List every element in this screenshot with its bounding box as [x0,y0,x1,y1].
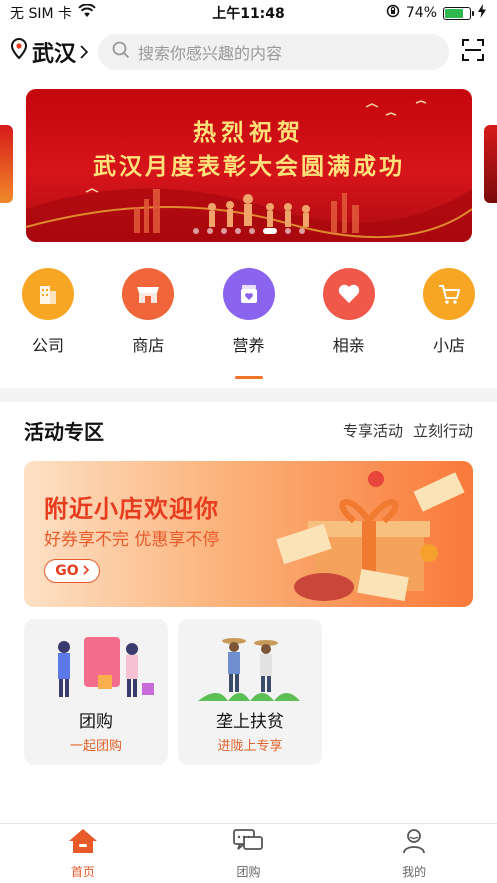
activity-title: 活动专区 [24,420,104,444]
activity-header: 活动专区 专享活动 立刻行动 [24,416,473,445]
banner-next-peek [484,125,497,203]
main-content[interactable]: 热烈祝贺 武汉月度表彰大会圆满成功 公司 商店 营养 相亲 小店 活动专区 专享… [0,78,497,823]
card-title: 垄上扶贫 [216,712,284,732]
status-right: 74% [386,4,487,22]
category-shop[interactable]: 小店 [423,268,475,388]
activity-cards: 团购 一起团购 垄上扶贫 进陇上专享 [24,619,473,765]
farmers-illustration [198,638,300,701]
search-icon [112,41,130,63]
battery-icon [443,6,474,20]
carrier-text: 无 SIM 卡 [10,6,72,22]
banner-prev-peek [0,125,13,203]
category-label: 营养 [232,336,265,355]
battery-percent: 74% [405,5,437,21]
act-now-link[interactable]: 立刻行动 [413,420,473,441]
banner-carousel[interactable]: 热烈祝贺 武汉月度表彰大会圆满成功 [0,78,497,248]
banner-title-line1: 热烈祝贺 [193,120,305,146]
promo-title: 附近小店欢迎你 [44,495,219,523]
carousel-dots [26,228,472,234]
search-input[interactable]: 搜索你感兴趣的内容 [98,34,449,70]
category-row: 公司 商店 营养 相亲 小店 [0,248,497,388]
chevron-right-icon [80,40,89,65]
category-dating[interactable]: 相亲 [322,268,375,388]
carousel-dot[interactable] [285,228,291,234]
top-bar: 武汉 搜索你感兴趣的内容 [0,26,497,78]
next-section-peek [12,791,485,823]
category-label: 公司 [31,336,64,355]
charging-icon [477,4,487,22]
home-icon [67,827,99,859]
tab-home[interactable]: 首页 [38,827,128,880]
category-label: 商店 [132,336,165,355]
status-bar: 无 SIM 卡 上午11:48 74% [0,0,497,26]
carousel-dot[interactable] [207,228,213,234]
tab-label: 首页 [70,865,95,879]
divider [0,388,497,402]
city-name: 武汉 [32,42,77,67]
card-subtitle: 进陇上专享 [217,739,283,754]
category-page-indicator [235,376,263,379]
category-store[interactable]: 商店 [122,268,175,388]
promo-subtitle: 好券享不完 优惠享不停 [44,530,220,550]
cart-icon [423,268,475,320]
group-buy-card[interactable]: 团购 一起团购 [24,619,168,765]
orientation-lock-icon [386,4,400,22]
go-label: GO [55,563,79,579]
exclusive-activity-link[interactable]: 专享活动 [343,420,403,441]
city-selector[interactable]: 武汉 [10,36,89,68]
activity-section: 活动专区 专享活动 立刻行动 附近小店欢迎你 好券享不完 优惠享不停 GO 团购… [12,402,485,777]
group-buy-illustration [58,637,154,697]
tab-label: 我的 [402,865,427,879]
category-nutrition[interactable]: 营养 [222,268,275,388]
wifi-icon [78,3,96,22]
go-button[interactable]: GO [44,559,100,583]
carousel-dot[interactable] [235,228,241,234]
store-icon [122,268,175,320]
carousel-dot[interactable] [263,228,277,234]
banner-slide[interactable]: 热烈祝贺 武汉月度表彰大会圆满成功 [26,89,472,242]
nutrition-icon [222,268,275,320]
status-left: 无 SIM 卡 [10,3,96,23]
battery-level [445,8,463,18]
search-placeholder: 搜索你感兴趣的内容 [138,44,283,63]
heart-icon [322,268,375,320]
scan-icon [461,38,485,66]
tab-label: 团购 [236,865,261,879]
nearby-shop-promo[interactable]: 附近小店欢迎你 好券享不完 优惠享不停 GO [24,461,473,607]
building-icon [22,268,74,320]
tab-group-buy[interactable]: 团购 [203,827,293,880]
chat-icon [232,827,264,859]
carousel-dot[interactable] [221,228,227,234]
scan-button[interactable] [459,38,487,66]
location-pin-icon [10,37,28,66]
card-title: 团购 [79,712,113,732]
bottom-tab-bar: 首页 团购 我的 [0,823,497,883]
poverty-alleviation-card[interactable]: 垄上扶贫 进陇上专享 [178,619,322,765]
carousel-dot[interactable] [299,228,305,234]
carousel-dot[interactable] [193,228,199,234]
activity-links: 专享活动 立刻行动 [343,420,473,441]
banner-title-line2: 武汉月度表彰大会圆满成功 [93,154,405,180]
carousel-dot[interactable] [249,228,255,234]
tab-mine[interactable]: 我的 [369,827,459,880]
category-label: 相亲 [332,336,365,355]
user-icon [400,827,428,859]
category-company[interactable]: 公司 [22,268,74,388]
chevron-right-icon [83,563,89,579]
card-subtitle: 一起团购 [69,739,122,754]
category-label: 小店 [432,336,465,355]
